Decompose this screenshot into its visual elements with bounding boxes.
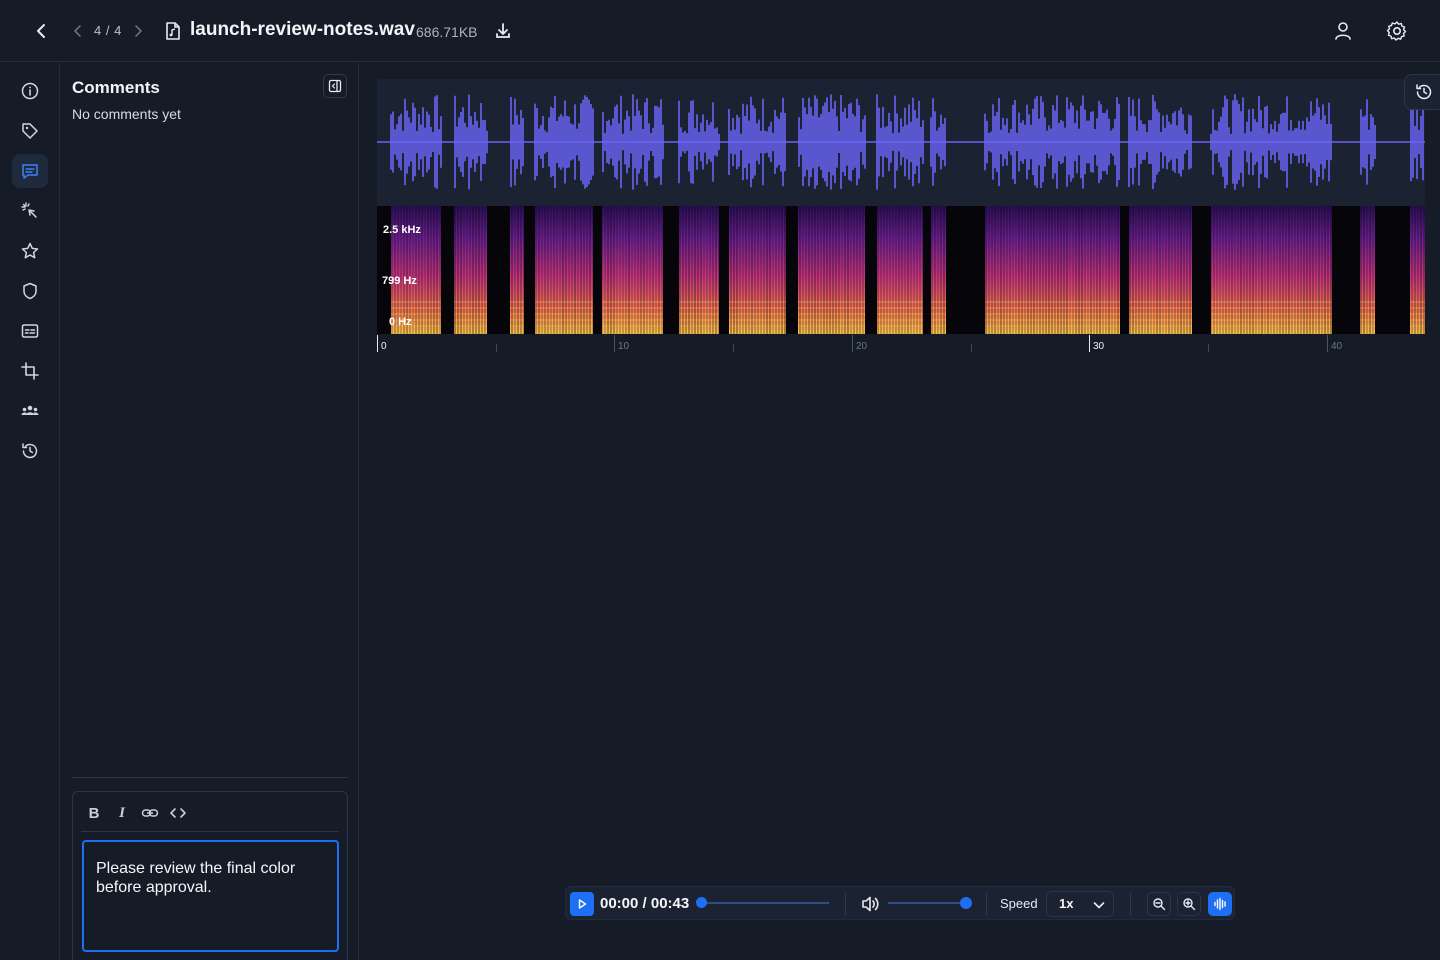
comments-panel: Comments No comments yet B I Please revi… xyxy=(61,63,359,960)
spectrogram-segment xyxy=(798,206,865,334)
zoom-in-icon xyxy=(1182,897,1196,911)
sidebar-rail xyxy=(0,63,60,960)
waveform-icon xyxy=(1213,897,1227,911)
bold-button[interactable]: B xyxy=(83,802,105,824)
panel-collapse-icon xyxy=(328,79,342,93)
audio-viewer: 2.5 kHz 799 Hz 0 Hz 0 10 20 30 40 xyxy=(360,63,1440,960)
divider xyxy=(1130,893,1131,915)
waveform[interactable] xyxy=(377,79,1425,206)
users-icon xyxy=(20,401,40,421)
zoom-out-button[interactable] xyxy=(1147,892,1171,916)
sidebar-item-crop[interactable] xyxy=(12,354,48,388)
timeline-label: 20 xyxy=(856,341,868,352)
waveform-toggle-button[interactable] xyxy=(1208,892,1232,916)
timeline-label: 30 xyxy=(1093,341,1105,352)
file-name: launch-review-notes.wav xyxy=(190,19,415,40)
volume-handle[interactable] xyxy=(960,897,972,909)
chevron-right-icon[interactable] xyxy=(130,22,146,40)
comment-input[interactable]: Please review the final color before app… xyxy=(82,840,339,952)
timeline-label: 0 xyxy=(381,341,387,352)
tag-icon xyxy=(20,121,40,141)
sidebar-item-favorites[interactable] xyxy=(12,234,48,268)
divider xyxy=(845,893,846,915)
divider xyxy=(986,893,987,915)
seek-bar[interactable] xyxy=(699,902,829,904)
spectrogram[interactable]: 2.5 kHz 799 Hz 0 Hz xyxy=(377,206,1425,334)
crop-icon xyxy=(20,361,40,381)
spectrogram-label-high: 2.5 kHz xyxy=(383,224,421,236)
sidebar-item-tags[interactable] xyxy=(12,114,48,148)
link-icon xyxy=(141,804,159,822)
timeline-label: 10 xyxy=(618,341,630,352)
caption-icon xyxy=(20,321,40,341)
timeline-label: 40 xyxy=(1331,341,1343,352)
italic-button[interactable]: I xyxy=(111,802,133,824)
comments-title: Comments xyxy=(72,78,160,97)
comments-empty-text: No comments yet xyxy=(72,106,181,122)
info-icon xyxy=(20,81,40,101)
panel-divider xyxy=(72,777,348,778)
collapse-panel-button[interactable] xyxy=(323,74,347,98)
zoom-out-icon xyxy=(1152,897,1166,911)
timeline[interactable]: 0 10 20 30 40 xyxy=(377,334,1425,356)
download-icon[interactable] xyxy=(493,20,513,42)
speed-value: 1x xyxy=(1059,896,1074,911)
link-button[interactable] xyxy=(139,802,161,824)
speed-select[interactable]: 1x xyxy=(1046,891,1114,917)
volume-slider[interactable] xyxy=(888,902,966,904)
code-icon xyxy=(169,804,187,822)
top-bar: 4 / 4 launch-review-notes.wav 686.71KB xyxy=(0,0,1440,62)
shield-icon xyxy=(20,281,40,301)
comment-icon xyxy=(20,161,40,181)
sidebar-item-captions[interactable] xyxy=(12,314,48,348)
file-size: 686.71KB xyxy=(416,24,478,40)
sidebar-item-history[interactable] xyxy=(12,434,48,468)
sidebar-item-info[interactable] xyxy=(12,74,48,108)
user-icon[interactable] xyxy=(1332,19,1354,43)
play-button[interactable] xyxy=(570,892,594,916)
audio-file-icon xyxy=(164,21,182,41)
editor-toolbar: B I xyxy=(81,792,339,832)
spectrogram-label-low: 0 Hz xyxy=(389,316,412,328)
zoom-in-button[interactable] xyxy=(1177,892,1201,916)
spectrogram-label-mid: 799 Hz xyxy=(382,275,417,287)
back-arrow-icon[interactable] xyxy=(30,20,52,42)
sidebar-item-comments[interactable] xyxy=(12,154,48,188)
chevron-left-icon[interactable] xyxy=(70,22,86,40)
history-icon xyxy=(1414,82,1434,102)
code-button[interactable] xyxy=(167,802,189,824)
comment-editor: B I Please review the final color before… xyxy=(72,791,348,960)
sidebar-item-security[interactable] xyxy=(12,274,48,308)
audio-player-controls: 00:00 / 00:43 Speed 1x xyxy=(565,886,1235,920)
version-history-button[interactable] xyxy=(1404,74,1440,110)
star-icon xyxy=(20,241,40,261)
sidebar-item-users[interactable] xyxy=(12,394,48,428)
magic-select-icon xyxy=(20,201,40,221)
volume-icon[interactable] xyxy=(860,893,882,915)
spectrogram-segment xyxy=(1053,206,1120,334)
file-counter: 4 / 4 xyxy=(94,23,122,38)
history-icon xyxy=(20,441,40,461)
time-display: 00:00 / 00:43 xyxy=(600,895,690,912)
chevron-down-icon xyxy=(1091,897,1107,913)
gear-icon[interactable] xyxy=(1385,19,1409,43)
seek-handle[interactable] xyxy=(696,897,707,908)
sidebar-item-magic-select[interactable] xyxy=(12,194,48,228)
speed-label: Speed xyxy=(1000,896,1038,911)
play-icon xyxy=(576,898,588,910)
